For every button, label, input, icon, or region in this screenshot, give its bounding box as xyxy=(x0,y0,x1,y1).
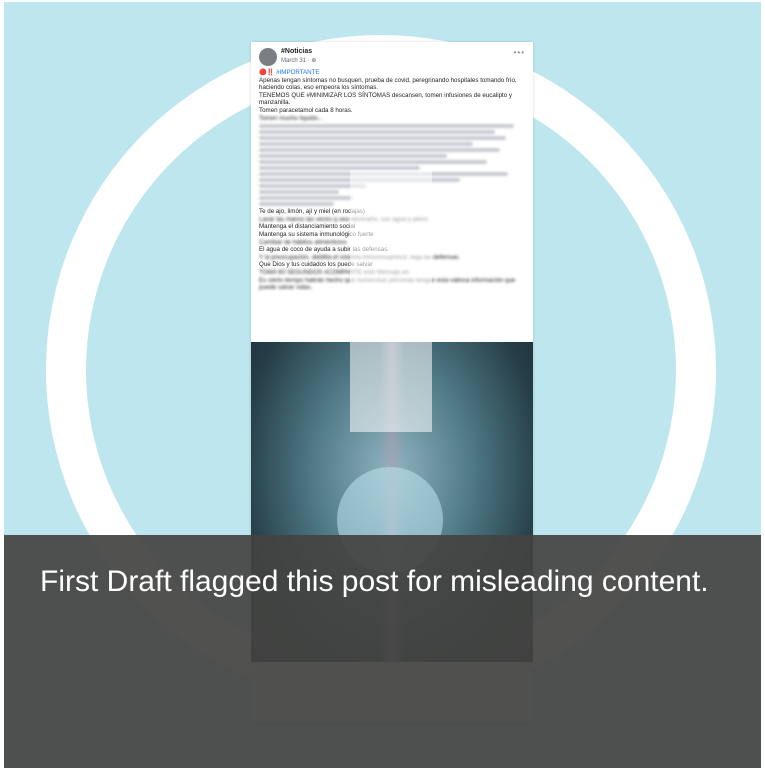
post-line: Tomen paracetamol cada 8 horas. xyxy=(259,106,353,114)
post-line: TENEMOS QUE #MINIMIZAR LOS SÍNTOMAS desc… xyxy=(259,91,512,107)
post-line: Tomen mucho líquido... xyxy=(259,114,323,122)
post-line: Apenas tengan síntomas no busquen, prueb… xyxy=(259,76,517,92)
flag-banner: First Draft flagged this post for mislea… xyxy=(4,535,761,768)
author-avatar xyxy=(259,48,277,66)
flagged-post-card: #Noticias March 31 · ⊕ ••• 🔴‼️ #IMPORTAN… xyxy=(4,2,761,768)
post-date: March 31 · ⊕ xyxy=(281,58,317,64)
post-line: 🔴‼️ #IMPORTANTE xyxy=(259,69,320,76)
exclamation-bar-icon xyxy=(350,170,432,432)
more-options-icon: ••• xyxy=(513,48,525,57)
flag-message: First Draft flagged this post for mislea… xyxy=(40,565,709,598)
post-author: #Noticias xyxy=(281,48,313,55)
